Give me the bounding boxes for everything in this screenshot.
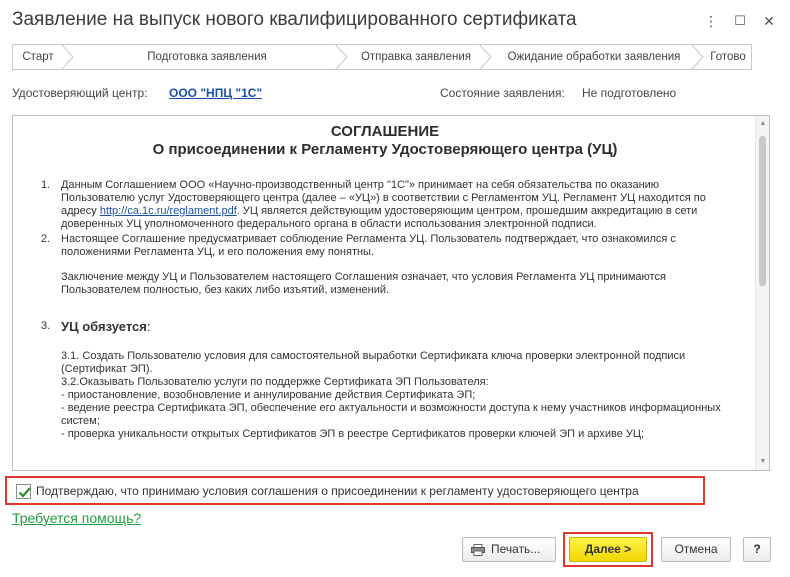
- print-button[interactable]: Печать...: [462, 537, 556, 562]
- document-title: СОГЛАШЕНИЕ О присоединении к Регламенту …: [35, 123, 735, 159]
- step-prepare: Подготовка заявления: [147, 51, 267, 63]
- clause-3-subitem: 3.1. Создать Пользователю условия для са…: [61, 350, 686, 375]
- print-button-label: Печать...: [491, 542, 541, 556]
- document-content: СОГЛАШЕНИЕ О присоединении к Регламенту …: [13, 116, 755, 470]
- agreement-document[interactable]: СОГЛАШЕНИЕ О присоединении к Регламенту …: [12, 115, 770, 471]
- step-done: Готово: [710, 51, 746, 63]
- step-separator-icon: [691, 45, 704, 69]
- agreement-checkbox[interactable]: [16, 484, 31, 499]
- clause-number: 2.: [41, 233, 51, 245]
- title-bar: Заявление на выпуск нового квалифицирова…: [0, 0, 790, 40]
- clause-3-heading: 3. УЦ обязуется:: [35, 319, 735, 334]
- clause-2-text2: Заключение между УЦ и Пользователем наст…: [61, 271, 666, 296]
- close-icon[interactable]: ✕: [758, 10, 780, 32]
- step-separator-icon: [479, 45, 492, 69]
- clause-3-colon: :: [146, 319, 151, 334]
- ca-link[interactable]: ООО "НПЦ "1С": [169, 86, 262, 102]
- help-button[interactable]: ?: [743, 537, 771, 562]
- status-value: Не подготовлено: [582, 86, 677, 100]
- document-scrollbar[interactable]: ▲ ▼: [755, 116, 769, 470]
- clause-number: 3.: [41, 320, 51, 332]
- reglament-link[interactable]: http://ca.1c.ru/reglament.pdf: [100, 205, 237, 217]
- next-button[interactable]: Далее >: [569, 537, 647, 562]
- clause-2-text: Настоящее Соглашение предусматривает соб…: [61, 233, 676, 258]
- more-menu-icon[interactable]: ⋮: [700, 10, 722, 32]
- clause-3-subitem: - ведение реестра Сертификата ЭП, обеспе…: [61, 402, 721, 427]
- clause-3-subitem: - проверка уникальности открытых Сертифи…: [61, 428, 645, 440]
- agreement-highlight: Подтверждаю, что принимаю условия соглаш…: [5, 476, 705, 505]
- scroll-up-icon[interactable]: ▲: [756, 118, 769, 130]
- cancel-button[interactable]: Отмена: [661, 537, 731, 562]
- step-send: Отправка заявления: [360, 51, 472, 63]
- step-start: Старт: [22, 51, 54, 63]
- clause-3-title: УЦ обязуется: [61, 319, 147, 334]
- help-link[interactable]: Требуется помощь?: [12, 510, 141, 526]
- window-title: Заявление на выпуск нового квалифицирова…: [12, 9, 577, 30]
- document-title-line2: О присоединении к Регламенту Удостоверяю…: [152, 141, 618, 158]
- step-separator-icon: [61, 45, 74, 69]
- maximize-icon[interactable]: ☐: [729, 10, 751, 32]
- scroll-down-icon[interactable]: ▼: [756, 456, 769, 468]
- checkmark-icon: [18, 487, 31, 498]
- scroll-thumb[interactable]: [759, 136, 766, 286]
- step-separator-icon: [335, 45, 348, 69]
- agreement-label[interactable]: Подтверждаю, что принимаю условия соглаш…: [36, 484, 639, 498]
- clause-2: 2. Настоящее Соглашение предусматривает …: [35, 233, 735, 297]
- step-waiting: Ожидание обработки заявления: [507, 51, 681, 63]
- clause-3-subitem: 3.2.Оказывать Пользователю услуги по под…: [61, 376, 489, 388]
- wizard-steps: Старт Подготовка заявления Отправка заяв…: [12, 44, 752, 70]
- status-label: Состояние заявления:: [440, 86, 565, 100]
- printer-icon: [471, 544, 485, 556]
- document-title-line1: СОГЛАШЕНИЕ: [330, 123, 440, 140]
- clause-3-subitem: - приостановление, возобновление и аннул…: [61, 389, 476, 401]
- ca-label: Удостоверяющий центр:: [12, 86, 148, 100]
- clause-1: 1. Данным Соглашением ООО «Научно-произв…: [35, 179, 735, 231]
- clause-number: 1.: [41, 179, 51, 191]
